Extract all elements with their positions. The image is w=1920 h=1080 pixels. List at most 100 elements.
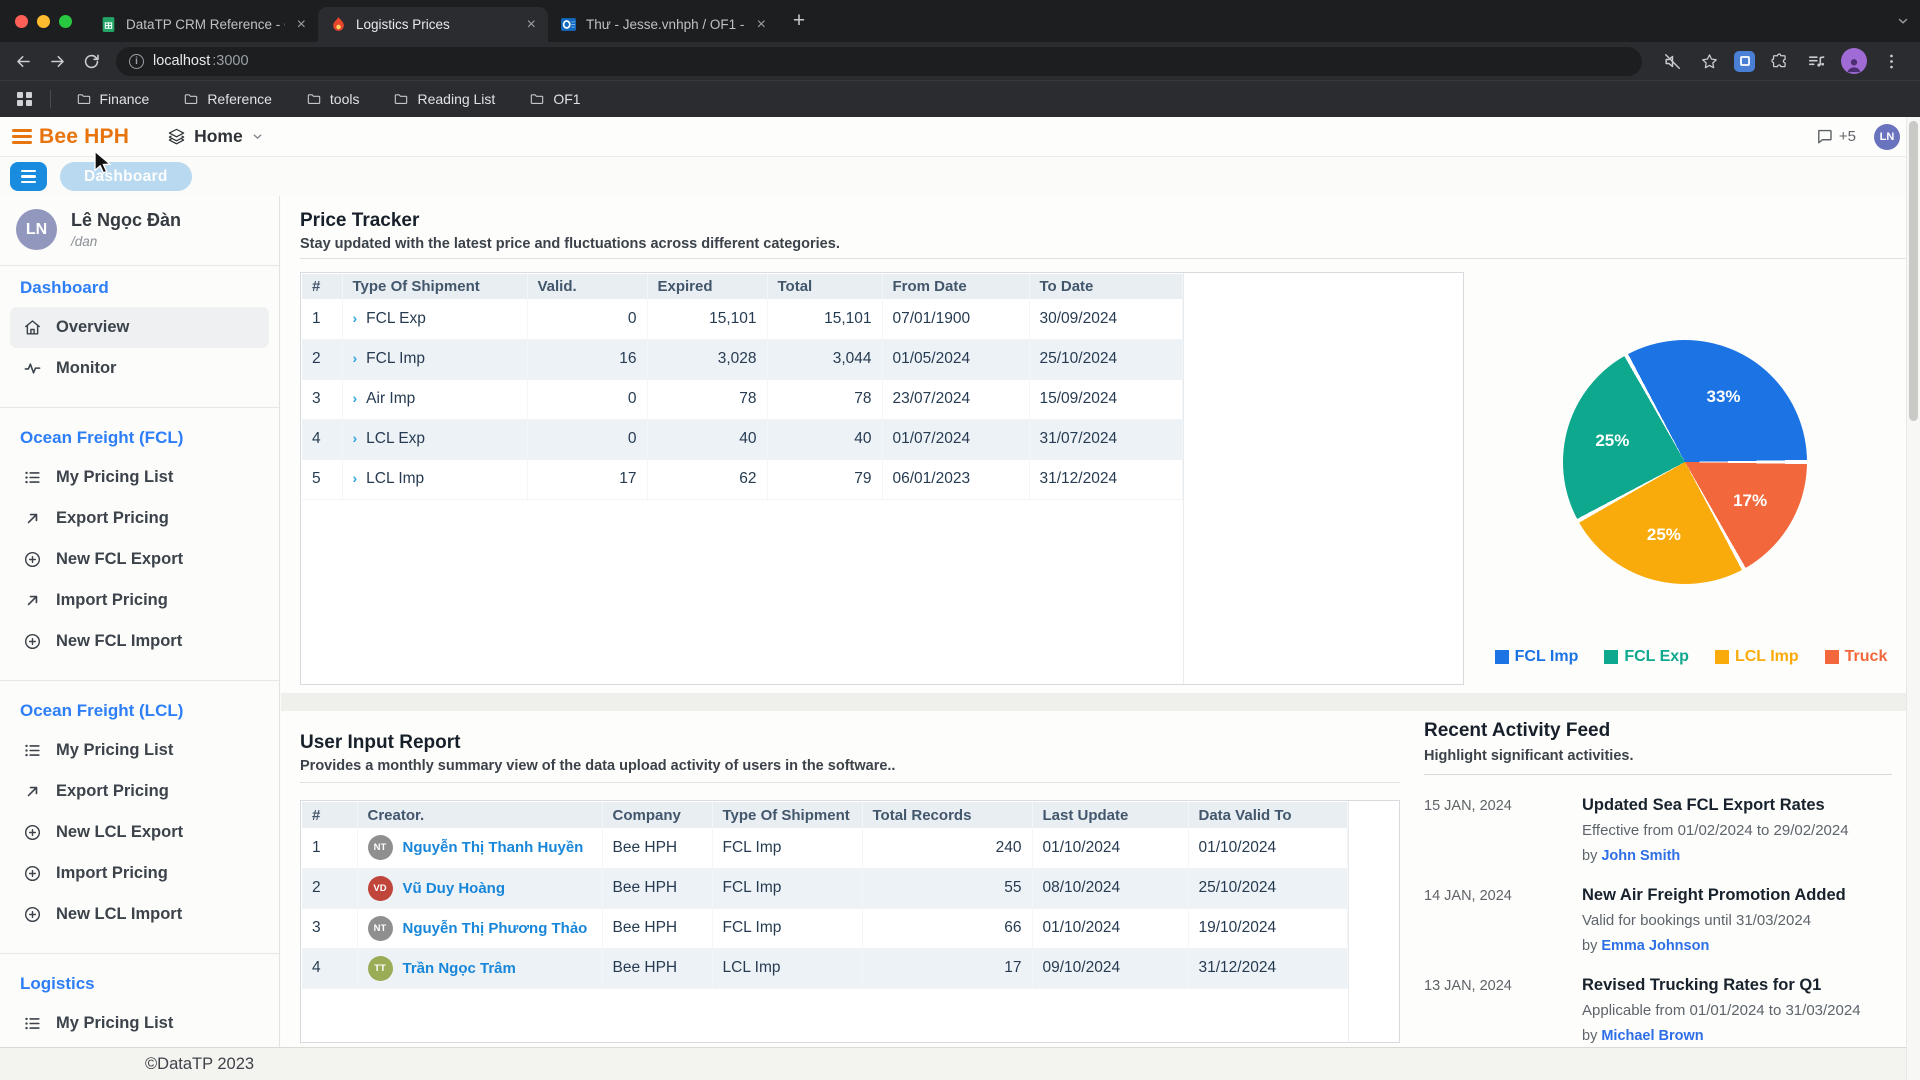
- site-info-icon[interactable]: i: [129, 54, 144, 69]
- table-row[interactable]: 4TTTrần Ngọc TrâmBee HPHLCL Imp1709/10/2…: [302, 948, 1347, 988]
- sidebar-item-export-pricing[interactable]: Export Pricing: [10, 771, 269, 812]
- creator-link[interactable]: Trần Ngọc Trâm: [403, 960, 516, 977]
- table-row[interactable]: 1›FCL Exp015,10115,10107/01/190030/09/20…: [302, 299, 1182, 339]
- column-header[interactable]: #: [302, 802, 357, 828]
- sidebar-item-import-pricing[interactable]: Import Pricing: [10, 853, 269, 894]
- browser-profile-avatar[interactable]: [1841, 48, 1867, 74]
- column-header[interactable]: Expired: [647, 274, 767, 299]
- sidebar-item-overview[interactable]: Overview: [10, 307, 269, 348]
- sidebar-item-my-pricing-list[interactable]: My Pricing List: [10, 457, 269, 498]
- tab-list-icon[interactable]: [1804, 49, 1829, 74]
- legend-item-fcl-exp[interactable]: FCL Exp: [1604, 648, 1689, 666]
- tab-muted-speaker-icon[interactable]: [1660, 49, 1685, 74]
- plus-circle-icon: [23, 905, 42, 924]
- column-header[interactable]: Total: [767, 274, 882, 299]
- valid-to-cell: 01/10/2024: [1188, 828, 1347, 868]
- sidebar-item-new-fcl-export[interactable]: New FCL Export: [10, 539, 269, 580]
- table-row[interactable]: 2VDVũ Duy HoàngBee HPHFCL Imp5508/10/202…: [302, 868, 1347, 908]
- menu-toggle-button[interactable]: [10, 162, 47, 191]
- table-row[interactable]: 3NTNguyễn Thị Phương ThảoBee HPHFCL Imp6…: [302, 908, 1347, 948]
- activity-author-link[interactable]: Michael Brown: [1601, 1028, 1703, 1044]
- sidebar-user-card[interactable]: LN Lê Ngọc Đàn /dan: [0, 196, 279, 266]
- bookmark-folder-reference[interactable]: Reference: [166, 81, 289, 117]
- forward-button[interactable]: [42, 46, 72, 76]
- sidebar-item-my-pricing-list[interactable]: My Pricing List: [10, 730, 269, 771]
- legend-item-lcl-imp[interactable]: LCL Imp: [1715, 648, 1799, 666]
- home-menu[interactable]: Home: [167, 126, 264, 147]
- creator-link[interactable]: Nguyễn Thị Phương Thảo: [403, 920, 588, 937]
- sidebar-toggle-hamburger-icon[interactable]: [12, 129, 32, 144]
- sidebar-item-new-lcl-export[interactable]: New LCL Export: [10, 812, 269, 853]
- tab-search-chevron-icon[interactable]: [1896, 0, 1910, 42]
- creator-link[interactable]: Vũ Duy Hoàng: [403, 880, 506, 897]
- new-tab-button[interactable]: +: [784, 6, 814, 36]
- sidebar-item-import-pricing[interactable]: Import Pricing: [10, 580, 269, 621]
- creator-link[interactable]: Nguyễn Thị Thanh Huyền: [403, 839, 584, 856]
- table-row[interactable]: 5›LCL Imp17627906/01/202331/12/2024: [302, 459, 1182, 499]
- reload-button[interactable]: [76, 46, 106, 76]
- window-zoom-button[interactable]: [59, 15, 72, 28]
- pinned-extension-icon[interactable]: [1734, 51, 1755, 72]
- table-row[interactable]: 2›FCL Imp163,0283,04401/05/202425/10/202…: [302, 339, 1182, 379]
- row-expand-chevron-icon[interactable]: ›: [353, 310, 358, 326]
- table-row[interactable]: 3›Air Imp0787823/07/202415/09/2024: [302, 379, 1182, 419]
- sidebar-item-export-pricing[interactable]: Export Pricing: [10, 498, 269, 539]
- app-brand[interactable]: Bee HPH: [39, 125, 129, 149]
- row-expand-chevron-icon[interactable]: ›: [353, 350, 358, 366]
- tab-close-icon[interactable]: ×: [754, 17, 769, 33]
- column-header[interactable]: Company: [602, 802, 712, 828]
- records-cell: 17: [862, 948, 1032, 988]
- column-header[interactable]: Type Of Shipment: [712, 802, 862, 828]
- sidebar-item-new-lcl-import[interactable]: New LCL Import: [10, 894, 269, 935]
- browser-menu-kebab-icon[interactable]: [1879, 49, 1904, 74]
- window-minimize-button[interactable]: [37, 15, 50, 28]
- table-cell: 07/01/1900: [882, 299, 1029, 339]
- table-row[interactable]: 1NTNguyễn Thị Thanh HuyềnBee HPHFCL Imp2…: [302, 828, 1347, 868]
- bookmark-star-icon[interactable]: [1697, 49, 1722, 74]
- browser-tab[interactable]: DataTP CRM Reference - Goo×: [88, 7, 318, 42]
- bookmark-folder-tools[interactable]: tools: [289, 81, 377, 117]
- tab-close-icon[interactable]: ×: [524, 17, 539, 33]
- extensions-puzzle-icon[interactable]: [1767, 49, 1792, 74]
- column-header[interactable]: Last Update: [1032, 802, 1188, 828]
- bookmark-folder-of1[interactable]: OF1: [512, 81, 597, 117]
- column-header[interactable]: Creator.: [357, 802, 602, 828]
- apps-grid-icon[interactable]: [17, 92, 32, 107]
- browser-tab[interactable]: Logistics Prices×: [318, 7, 548, 42]
- activity-author-link[interactable]: Emma Johnson: [1601, 938, 1709, 954]
- column-header[interactable]: From Date: [882, 274, 1029, 299]
- browser-tab[interactable]: Thư - Jesse.vnhph / OF1 - Ou ×: [548, 7, 778, 42]
- legend-item-fcl-imp[interactable]: FCL Imp: [1495, 648, 1579, 666]
- address-bar[interactable]: i localhost :3000: [116, 47, 1642, 76]
- window-close-button[interactable]: [15, 15, 28, 28]
- column-header[interactable]: #: [302, 274, 342, 299]
- table-row[interactable]: 4›LCL Exp0404001/07/202431/07/2024: [302, 419, 1182, 459]
- back-button[interactable]: [8, 46, 38, 76]
- activity-feed-item[interactable]: 13 JAN, 2024Revised Trucking Rates for Q…: [1424, 975, 1906, 1045]
- shipment-cell: FCL Imp: [712, 868, 862, 908]
- bookmark-folder-finance[interactable]: Finance: [59, 81, 167, 117]
- activity-author-link[interactable]: John Smith: [1601, 848, 1680, 864]
- activity-feed-item[interactable]: 15 JAN, 2024Updated Sea FCL Export Rates…: [1424, 795, 1906, 865]
- sidebar-item-my-pricing-list[interactable]: My Pricing List: [10, 1003, 269, 1044]
- sidebar-item-monitor[interactable]: Monitor: [10, 348, 269, 389]
- tab-title: Thư - Jesse.vnhph / OF1 - Ou: [586, 17, 745, 32]
- row-expand-chevron-icon[interactable]: ›: [353, 430, 358, 446]
- user-avatar[interactable]: LN: [1874, 124, 1900, 150]
- row-expand-chevron-icon[interactable]: ›: [353, 470, 358, 486]
- column-header[interactable]: Valid.: [527, 274, 647, 299]
- column-header[interactable]: Type Of Shipment: [342, 274, 527, 299]
- legend-item-truck[interactable]: Truck: [1825, 648, 1888, 666]
- bookmark-folder-reading-list[interactable]: Reading List: [376, 81, 512, 117]
- tab-close-icon[interactable]: ×: [294, 17, 309, 33]
- column-header[interactable]: Total Records: [862, 802, 1032, 828]
- page-scrollbar[interactable]: [1906, 117, 1920, 1080]
- column-header[interactable]: Data Valid To: [1188, 802, 1347, 828]
- sidebar-item-new-fcl-import[interactable]: New FCL Import: [10, 621, 269, 662]
- column-header[interactable]: To Date: [1029, 274, 1182, 299]
- row-expand-chevron-icon[interactable]: ›: [353, 390, 358, 406]
- chat-button[interactable]: +5: [1815, 127, 1856, 146]
- scrollbar-thumb[interactable]: [1909, 121, 1918, 421]
- breadcrumb-dashboard-pill[interactable]: Dashboard: [60, 162, 192, 191]
- activity-feed-item[interactable]: 14 JAN, 2024New Air Freight Promotion Ad…: [1424, 885, 1906, 955]
